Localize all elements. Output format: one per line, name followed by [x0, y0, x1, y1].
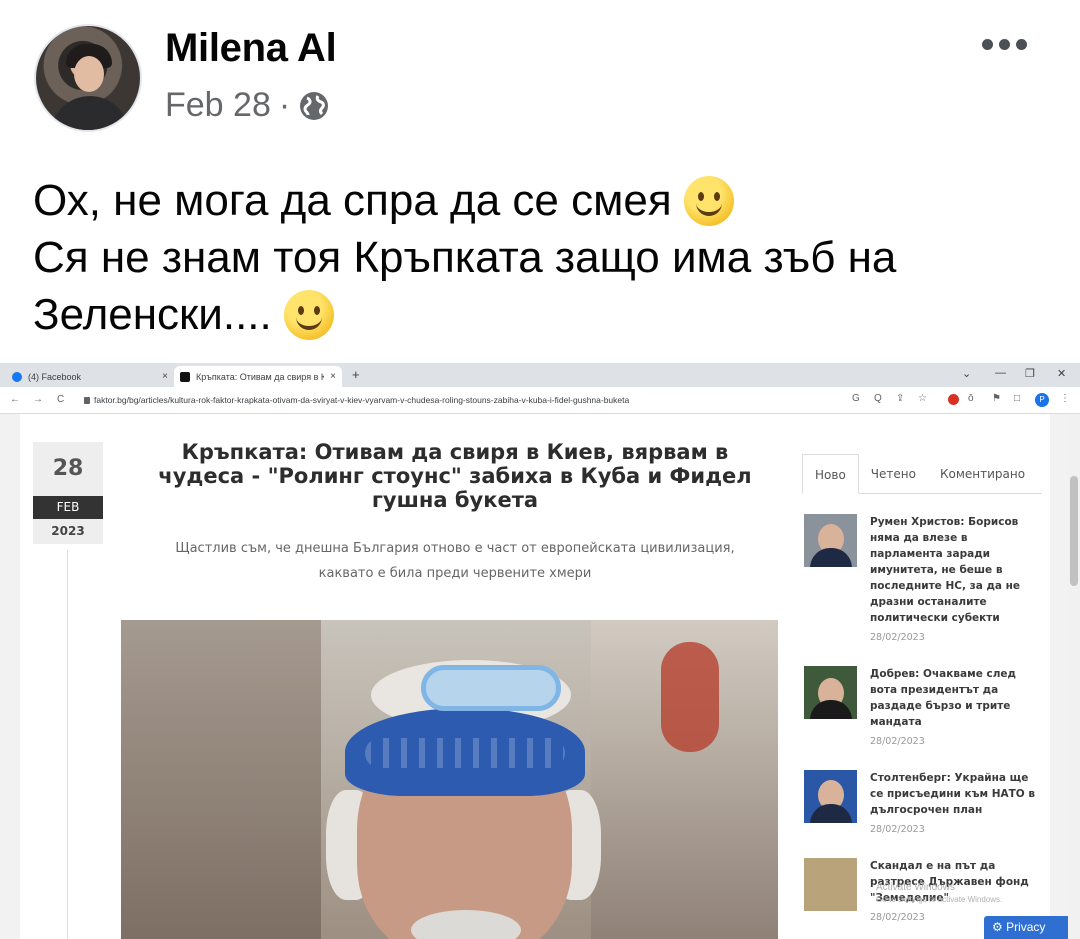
gear-icon: ⚙: [992, 920, 1007, 934]
thumbnail-suit: [810, 804, 852, 823]
profile-avatar[interactable]: P: [1035, 393, 1049, 407]
attached-screenshot[interactable]: (4) Facebook × Кръпката: Отивам да свиря…: [0, 363, 1080, 939]
slightly-smiling-face-icon: [283, 289, 334, 340]
news-thumbnail[interactable]: [804, 858, 857, 911]
date-month: FEB: [33, 496, 103, 519]
privacy-button[interactable]: ⚙ Privacy: [984, 916, 1068, 939]
avatar-face: [74, 56, 104, 92]
meta-separator: ·: [278, 86, 291, 124]
news-title[interactable]: Румен Христов: Борисов няма да влезе в п…: [870, 514, 1042, 626]
web-page: 28 FEB 2023 Кръпката: Отивам да свиря в …: [0, 414, 1080, 939]
faktor-favicon-icon: [180, 371, 190, 382]
more-options-icon[interactable]: [982, 34, 1030, 54]
watermark-line: Go to Settings to activate Windows.: [876, 895, 1003, 904]
minimize-icon[interactable]: —: [995, 367, 1006, 379]
slightly-smiling-face-icon: [683, 175, 734, 226]
scrollbar-thumb[interactable]: [1070, 476, 1078, 586]
avatar-body: [50, 96, 130, 130]
tab-newest[interactable]: Ново: [802, 454, 859, 494]
url-field[interactable]: faktor.bg/bg/articles/kultura-rok-faktor…: [84, 395, 629, 405]
timeline-divider: [67, 550, 68, 939]
news-date: 28/02/2023: [870, 632, 925, 643]
new-tab-button[interactable]: +: [352, 367, 360, 382]
maximize-icon[interactable]: ❐: [1025, 367, 1035, 380]
facebook-favicon-icon: [12, 371, 22, 382]
thumbnail-suit: [810, 548, 852, 567]
close-tab-icon[interactable]: ×: [162, 371, 168, 382]
tab-most-commented[interactable]: Коментирано: [928, 454, 1037, 493]
news-sidebar: Ново Четено Коментирано Румен Христов: Б…: [802, 454, 1042, 923]
address-bar: ← → C faktor.bg/bg/articles/kultura-rok-…: [0, 387, 1080, 414]
globe-icon[interactable]: [298, 90, 330, 122]
news-date: 28/02/2023: [870, 824, 925, 835]
news-thumbnail[interactable]: [804, 514, 857, 567]
sidebar-tabs: Ново Четено Коментирано: [802, 454, 1042, 494]
close-tab-icon[interactable]: ×: [330, 371, 336, 382]
article-date-badge: 28 FEB 2023: [33, 442, 103, 550]
tab-label: Кръпката: Отивам да свиря в Ки: [196, 371, 325, 382]
headline-line: чудеса - "Ролинг стоунс" забиха в Куба и…: [158, 464, 752, 488]
post-line-text: Ох, не мога да спра да се смея: [33, 176, 672, 225]
article-photo[interactable]: [121, 620, 778, 939]
post-line-text: Ся не знам тоя Кръпката защо има зъб на: [33, 233, 897, 282]
news-title[interactable]: Добрев: Очакваме след вота президентът д…: [870, 666, 1042, 730]
post-date[interactable]: Feb 28: [165, 86, 271, 125]
zoom-icon[interactable]: Q: [874, 393, 882, 404]
author-avatar[interactable]: [34, 24, 142, 132]
privacy-label: Privacy: [1006, 920, 1046, 934]
tab-facebook[interactable]: (4) Facebook ×: [6, 366, 174, 387]
reload-icon[interactable]: C: [57, 394, 64, 405]
news-thumbnail[interactable]: [804, 770, 857, 823]
article-subheading: Щастлив съм, че днешна България отново е…: [130, 536, 780, 586]
forward-icon[interactable]: →: [33, 394, 43, 405]
post-text: Ох, не мога да спра да се смея Ся не зна…: [33, 172, 1053, 343]
photo-red-sign: [661, 642, 719, 752]
post-line-text: Зеленски....: [33, 290, 272, 339]
headline-line: Кръпката: Отивам да свиря в Киев, вярвам…: [181, 440, 729, 464]
tab-search-icon[interactable]: ⌄: [962, 367, 971, 380]
photo-blue-bandana: [345, 708, 585, 796]
author-name[interactable]: Milena Al: [165, 26, 337, 71]
extension-menu-icon[interactable]: ō: [968, 393, 974, 404]
watermark-line: Activate Windows: [876, 882, 955, 893]
news-thumbnail[interactable]: [804, 666, 857, 719]
thumbnail-suit: [810, 700, 852, 719]
date-day: 28: [33, 442, 103, 496]
tab-label: (4) Facebook: [28, 371, 82, 382]
news-title[interactable]: Столтенберг: Украйна ще се присъедини къ…: [870, 770, 1042, 818]
tab-faktor-article[interactable]: Кръпката: Отивам да свиря в Ки ×: [174, 366, 342, 387]
browser-tab-bar: (4) Facebook × Кръпката: Отивам да свиря…: [0, 363, 1080, 387]
news-date: 28/02/2023: [870, 736, 925, 747]
post-line: Ох, не мога да спра да се смея: [33, 172, 1053, 229]
subhead-line: каквато е била преди червените хмери: [318, 566, 592, 581]
photo-background-building: [121, 620, 321, 939]
activate-windows-watermark: Activate Windows Go to Settings to activ…: [876, 882, 1002, 906]
date-year: 2023: [33, 519, 103, 544]
back-icon[interactable]: ←: [10, 394, 20, 405]
share-icon[interactable]: ⇪: [896, 393, 904, 404]
subhead-line: Щастлив съм, че днешна България отново е…: [175, 541, 735, 556]
extension-icon[interactable]: [948, 394, 959, 405]
tab-most-read[interactable]: Четено: [859, 454, 928, 493]
photo-sunglasses: [421, 665, 561, 711]
post-line: Ся не знам тоя Кръпката защо има зъб на: [33, 229, 1053, 286]
url-text: faktor.bg/bg/articles/kultura-rok-faktor…: [94, 395, 630, 405]
puzzle-icon[interactable]: ⚑: [992, 393, 1001, 404]
bookmark-star-icon[interactable]: ☆: [918, 393, 927, 404]
close-window-icon[interactable]: ✕: [1057, 367, 1066, 380]
post-line: Зеленски....: [33, 286, 1053, 343]
headline-line: гушна букета: [371, 488, 539, 512]
article-headline: Кръпката: Отивам да свиря в Киев, вярвам…: [130, 440, 780, 512]
post-meta: Feb 28 ·: [165, 86, 330, 125]
browser-menu-icon[interactable]: ⋮: [1060, 393, 1070, 404]
news-date: 28/02/2023: [870, 912, 925, 923]
page-scrollbar[interactable]: [1068, 414, 1080, 939]
google-lens-icon[interactable]: G: [852, 393, 860, 404]
lock-icon: [84, 397, 90, 404]
side-panel-icon[interactable]: □: [1014, 393, 1020, 404]
article-container: 28 FEB 2023 Кръпката: Отивам да свиря в …: [20, 414, 1050, 939]
